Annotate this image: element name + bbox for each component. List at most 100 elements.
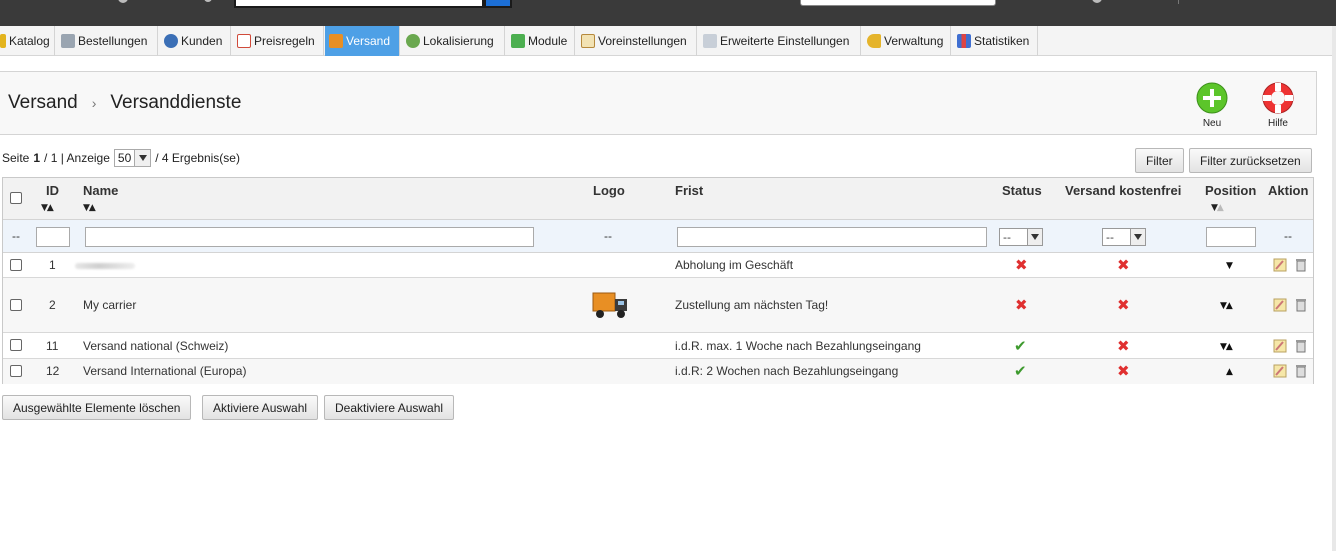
tab-versand[interactable]: Versand: [325, 26, 400, 56]
tab-voreinstellungen[interactable]: Voreinstellungen: [577, 26, 697, 56]
tab-erweiterte-einstellungen[interactable]: Erweiterte Einstellungen: [699, 26, 861, 56]
move-up-icon[interactable]: ▲: [1226, 367, 1233, 377]
tab-katalog[interactable]: Katalog: [0, 26, 55, 56]
help-circle-icon[interactable]: [1092, 0, 1102, 3]
filter-position-input[interactable]: [1206, 227, 1256, 247]
top-select[interactable]: [800, 0, 996, 6]
new-button[interactable]: Neu: [1187, 82, 1237, 129]
truck-icon: [329, 34, 343, 48]
free-shipping-no-icon[interactable]: ✖: [1117, 258, 1130, 273]
table-row[interactable]: 2 My carrier Zustellung am nächsten Tag!…: [3, 278, 1313, 333]
status-enabled-icon[interactable]: ✔: [1014, 339, 1027, 354]
reset-filter-button[interactable]: Filter zurücksetzen: [1189, 148, 1312, 173]
tab-statistiken[interactable]: Statistiken: [953, 26, 1038, 56]
truck-logo-icon: [592, 292, 627, 318]
filter-id-input[interactable]: [36, 227, 70, 247]
main-nav: Katalog Bestellungen Kunden Preisregeln …: [0, 26, 1336, 56]
price-rules-icon: [237, 34, 251, 48]
chevron-down-icon: [1130, 229, 1145, 245]
tab-lokalisierung[interactable]: Lokalisierung: [402, 26, 505, 56]
deactivate-selection-button[interactable]: Deaktiviere Auswahl: [324, 395, 455, 420]
key-icon: [867, 34, 881, 48]
sort-id-icon[interactable]: ▼▲: [41, 203, 54, 213]
row-checkbox[interactable]: [10, 259, 22, 271]
help-label: Hilfe: [1267, 118, 1288, 129]
edit-icon[interactable]: [1273, 258, 1287, 272]
catalog-icon: [0, 34, 6, 48]
row-checkbox[interactable]: [10, 339, 22, 351]
free-shipping-no-icon[interactable]: ✖: [1117, 298, 1130, 313]
tab-bestellungen[interactable]: Bestellungen: [57, 26, 158, 56]
trash-icon[interactable]: [1295, 364, 1307, 378]
tab-kunden[interactable]: Kunden: [160, 26, 231, 56]
tab-module[interactable]: Module: [507, 26, 575, 56]
status-enabled-icon[interactable]: ✔: [1014, 364, 1027, 379]
col-action: Aktion: [1268, 183, 1309, 198]
help-button[interactable]: Hilfe: [1253, 82, 1303, 129]
filter-logo-dash: --: [604, 229, 612, 243]
move-up-down-icon[interactable]: ▼▲: [1220, 342, 1233, 352]
row-checkbox[interactable]: [10, 365, 22, 377]
tab-preisregeln[interactable]: Preisregeln: [233, 26, 324, 56]
puzzle-icon: [511, 34, 525, 48]
search-button[interactable]: [484, 0, 512, 8]
col-id: ID: [46, 183, 59, 198]
chevron-down-icon: [134, 150, 151, 166]
table-row[interactable]: 12 Versand International (Europa) i.d.R:…: [3, 359, 1313, 384]
tab-label: Verwaltung: [884, 34, 944, 48]
breadcrumb-parent[interactable]: Versand: [8, 92, 78, 114]
carriers-table: ID ▼▲ Name ▼▲ Logo Frist Status Versand …: [2, 177, 1314, 384]
filter-name-input[interactable]: [85, 227, 534, 247]
wrench-icon: [703, 34, 717, 48]
tab-label: Preisregeln: [254, 34, 315, 48]
page-current: 1: [33, 151, 41, 165]
status-disabled-icon[interactable]: ✖: [1015, 298, 1028, 313]
add-circle-icon: [1196, 82, 1228, 114]
row-checkbox[interactable]: [10, 299, 22, 311]
table-row[interactable]: 11 Versand national (Schweiz) i.d.R. max…: [3, 333, 1313, 359]
scrollbar[interactable]: [1332, 26, 1336, 551]
row-delay: i.d.R. max. 1 Woche nach Bezahlungseinga…: [675, 339, 921, 353]
pagination: Seite 1 / 1 | Anzeige 50 / 4 Ergebnis(se…: [2, 149, 240, 167]
page-header: Versand › Versanddienste Neu Hilfe: [0, 71, 1317, 135]
sort-position-icon[interactable]: ▼▲: [1211, 203, 1224, 213]
results-count: / 4 Ergebnis(se): [155, 151, 240, 165]
tab-label: Versand: [346, 34, 391, 48]
filter-free-select[interactable]: --: [1102, 228, 1146, 246]
tab-verwaltung[interactable]: Verwaltung: [863, 26, 951, 56]
free-shipping-no-icon[interactable]: ✖: [1117, 339, 1130, 354]
row-id: 2: [49, 298, 56, 312]
chevron-down-icon: [1027, 229, 1042, 245]
move-up-down-icon[interactable]: ▼▲: [1220, 301, 1233, 311]
filter-button[interactable]: Filter: [1135, 148, 1184, 173]
quick-search-input[interactable]: [234, 0, 484, 8]
user-icon[interactable]: [204, 0, 212, 2]
edit-icon[interactable]: [1273, 339, 1287, 353]
move-down-icon[interactable]: ▼: [1226, 261, 1233, 271]
top-divider: [1178, 0, 1179, 4]
delete-selected-button[interactable]: Ausgewählte Elemente löschen: [2, 395, 192, 420]
shop-icon[interactable]: [118, 0, 128, 3]
status-disabled-icon[interactable]: ✖: [1015, 258, 1028, 273]
filter-status-select[interactable]: --: [999, 228, 1043, 246]
trash-icon[interactable]: [1295, 339, 1307, 353]
filter-row: -- -- -- -- --: [3, 220, 1313, 253]
preferences-icon: [581, 34, 595, 48]
edit-icon[interactable]: [1273, 298, 1287, 312]
col-name: Name: [83, 183, 119, 198]
trash-icon[interactable]: [1295, 298, 1307, 312]
table-row[interactable]: 1 Abholung im Geschäft ✖ ✖ ▼: [3, 253, 1313, 278]
select-all-checkbox[interactable]: [10, 192, 22, 204]
filter-status-value: --: [1003, 230, 1011, 244]
trash-icon[interactable]: [1295, 258, 1307, 272]
filter-delay-input[interactable]: [677, 227, 987, 247]
sort-name-icon[interactable]: ▼▲: [83, 203, 96, 213]
free-shipping-no-icon[interactable]: ✖: [1117, 364, 1130, 379]
per-page-select[interactable]: 50: [113, 149, 152, 167]
col-logo: Logo: [593, 183, 625, 198]
row-name-blurred: [75, 263, 135, 269]
edit-icon[interactable]: [1273, 364, 1287, 378]
col-position: Position: [1205, 183, 1257, 198]
activate-selection-button[interactable]: Aktiviere Auswahl: [202, 395, 319, 420]
row-delay: i.d.R: 2 Wochen nach Bezahlungseingang: [675, 364, 899, 378]
